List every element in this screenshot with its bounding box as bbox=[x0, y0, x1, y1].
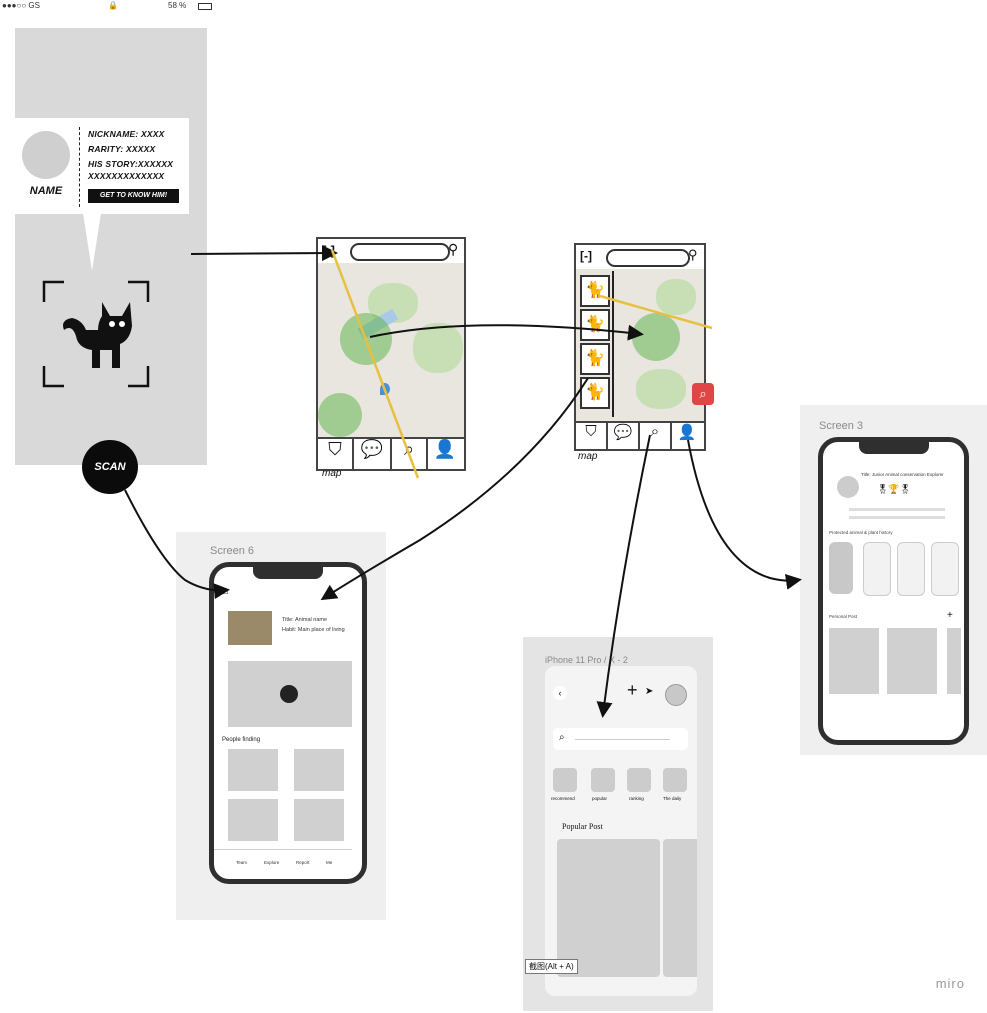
miro-watermark: miro bbox=[935, 976, 965, 991]
flow-arrows bbox=[124, 245, 802, 718]
